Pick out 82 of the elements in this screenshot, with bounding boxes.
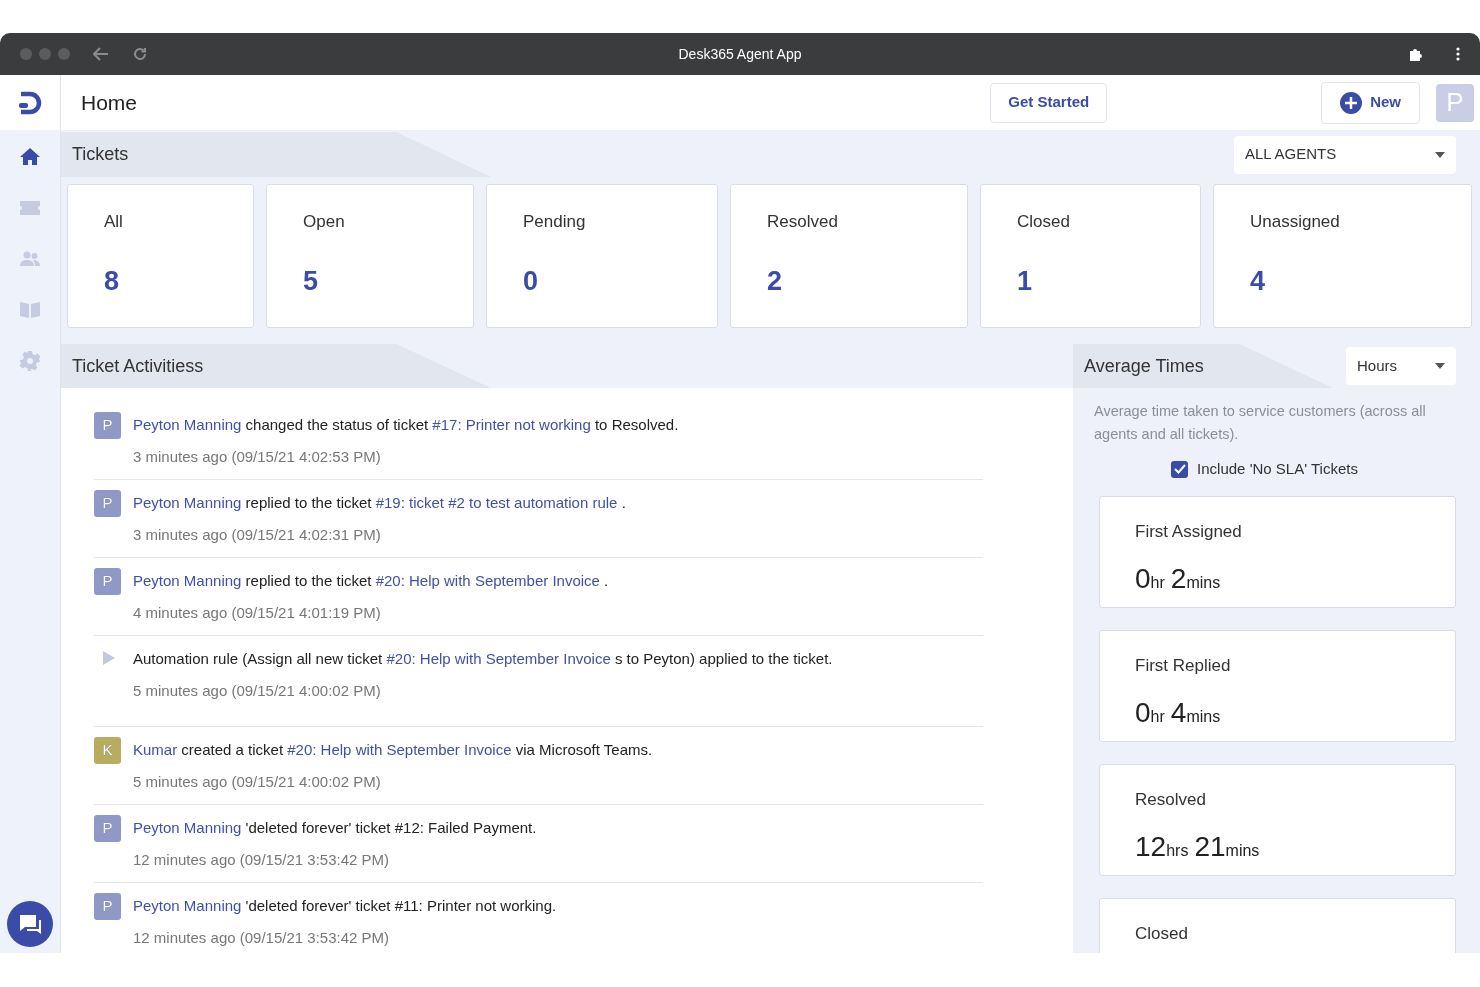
- new-button[interactable]: New: [1321, 81, 1420, 124]
- section-header: Tickets: [61, 132, 491, 177]
- status-label: Pending: [523, 211, 587, 233]
- back-icon[interactable]: [93, 47, 109, 61]
- ticket-link[interactable]: Peyton Manning: [133, 416, 242, 433]
- home-icon[interactable]: [19, 146, 41, 168]
- window-dot-icon[interactable]: [39, 48, 51, 60]
- ticket-link[interactable]: Peyton Manning: [133, 897, 242, 914]
- more-icon[interactable]: [1456, 47, 1460, 61]
- include-checkbox[interactable]: Include 'No SLA' Tickets: [1073, 458, 1456, 481]
- time-label: Closed: [1135, 922, 1189, 945]
- status-card[interactable]: Unassigned 4: [1213, 184, 1472, 328]
- status-count: 0: [523, 267, 540, 295]
- window-dot-icon[interactable]: [58, 48, 70, 60]
- ticket-link[interactable]: #19: ticket #2 to test automation rule: [375, 494, 618, 511]
- activity-time: 5 minutes ago (09/15/21 4:00:02 PM): [133, 771, 382, 792]
- caret-icon: [1435, 363, 1445, 369]
- ticket-link[interactable]: #20: Help with September Invoice: [287, 741, 512, 758]
- get-started-button[interactable]: Get Started: [990, 82, 1108, 123]
- window-dot-icon[interactable]: [20, 48, 32, 60]
- ticket-link[interactable]: Peyton Manning: [133, 572, 242, 589]
- section-header: Ticket Activitiess: [61, 344, 491, 388]
- status-label: Closed: [1017, 211, 1071, 233]
- user-avatar: K: [94, 737, 121, 764]
- status-label: Open: [303, 211, 346, 233]
- status-count: 5: [303, 267, 320, 295]
- status-card[interactable]: Closed 1: [980, 184, 1201, 328]
- ticket-link[interactable]: #20: Help with September Invoice: [375, 572, 600, 589]
- logo-icon[interactable]: [17, 90, 43, 115]
- activity-time: 3 minutes ago (09/15/21 4:02:31 PM): [133, 524, 382, 545]
- ticket-link[interactable]: #17: Printer not working: [432, 416, 591, 433]
- status-card[interactable]: Resolved 2: [730, 184, 968, 328]
- time-value: 12hrs 21mins: [1135, 830, 1261, 864]
- activity-message: Peyton Manning 'deleted forever' ticket #12: Failed Payment.: [133, 818, 537, 838]
- activity-time: 5 minutes ago (09/15/21 4:00:02 PM): [133, 680, 382, 701]
- activity-message: Peyton Manning 'deleted forever' ticket #11: Printer not working.: [133, 896, 557, 916]
- user-avatar: P: [94, 815, 121, 842]
- window-title: Desk365 Agent App: [678, 44, 802, 64]
- activity-message: Peyton Manning replied to the ticket #19: ticket #2 to test automation rule .: [133, 493, 626, 513]
- unit-dropdown[interactable]: Hours: [1346, 347, 1456, 385]
- status-label: Resolved: [767, 211, 839, 233]
- status-count: 4: [1250, 267, 1267, 295]
- status-count: 1: [1017, 267, 1034, 295]
- user-avatar: P: [94, 568, 121, 595]
- activity-time: 12 minutes ago (09/15/21 3:53:42 PM): [133, 849, 390, 870]
- reload-icon[interactable]: [132, 46, 148, 62]
- activity-message: Automation rule (Assign all new ticket #20: Help with September Invoice s to Peyton) applied to the ticket.: [133, 649, 833, 669]
- time-value: 0hr 4mins: [1135, 696, 1222, 730]
- page-title: Home: [81, 89, 138, 116]
- agent-dropdown[interactable]: ALL AGENTS: [1234, 135, 1456, 174]
- activity-time: 3 minutes ago (09/15/21 4:02:53 PM): [133, 446, 382, 467]
- ticket-link[interactable]: Kumar: [133, 741, 178, 758]
- status-label: All: [104, 211, 124, 233]
- plus-icon: [1340, 91, 1363, 114]
- time-label: First Replied: [1135, 654, 1232, 677]
- caret-icon: [1435, 151, 1445, 158]
- status-count: 8: [104, 267, 121, 295]
- time-label: Resolved: [1135, 788, 1207, 811]
- user-avatar: P: [94, 490, 121, 517]
- play-icon: [103, 651, 115, 665]
- user-avatar: P: [94, 893, 121, 920]
- status-count: 2: [767, 267, 784, 295]
- activity-message: Peyton Manning changed the status of ticket #17: Printer not working to Resolved.: [133, 415, 679, 435]
- status-card[interactable]: Open 5: [266, 184, 474, 328]
- ticket-link[interactable]: Peyton Manning: [133, 494, 242, 511]
- activity-time: 12 minutes ago (09/15/21 3:53:42 PM): [133, 927, 390, 948]
- section-header: Average Times: [1073, 344, 1333, 388]
- chat-button[interactable]: [7, 901, 53, 947]
- ticket-link[interactable]: #20: Help with September Invoice: [386, 650, 611, 667]
- status-label: Unassigned: [1250, 211, 1341, 233]
- time-label: First Assigned: [1135, 520, 1243, 543]
- status-card[interactable]: All 8: [67, 184, 254, 328]
- description-text: Average time taken to service customers (across all agents and all tickets).: [1093, 402, 1427, 444]
- ticket-link[interactable]: Peyton Manning: [133, 819, 242, 836]
- status-card[interactable]: Pending 0: [486, 184, 718, 328]
- activity-time: 4 minutes ago (09/15/21 4:01:19 PM): [133, 602, 382, 623]
- puzzle-icon[interactable]: [1408, 46, 1424, 62]
- checkbox[interactable]: [1171, 460, 1189, 478]
- activity-message: Peyton Manning replied to the ticket #20: Help with September Invoice .: [133, 571, 609, 591]
- time-value: 0hr 2mins: [1135, 562, 1222, 596]
- user-avatar: P: [94, 412, 121, 439]
- activity-message: Kumar created a ticket #20: Help with September Invoice via Microsoft Teams.: [133, 740, 653, 760]
